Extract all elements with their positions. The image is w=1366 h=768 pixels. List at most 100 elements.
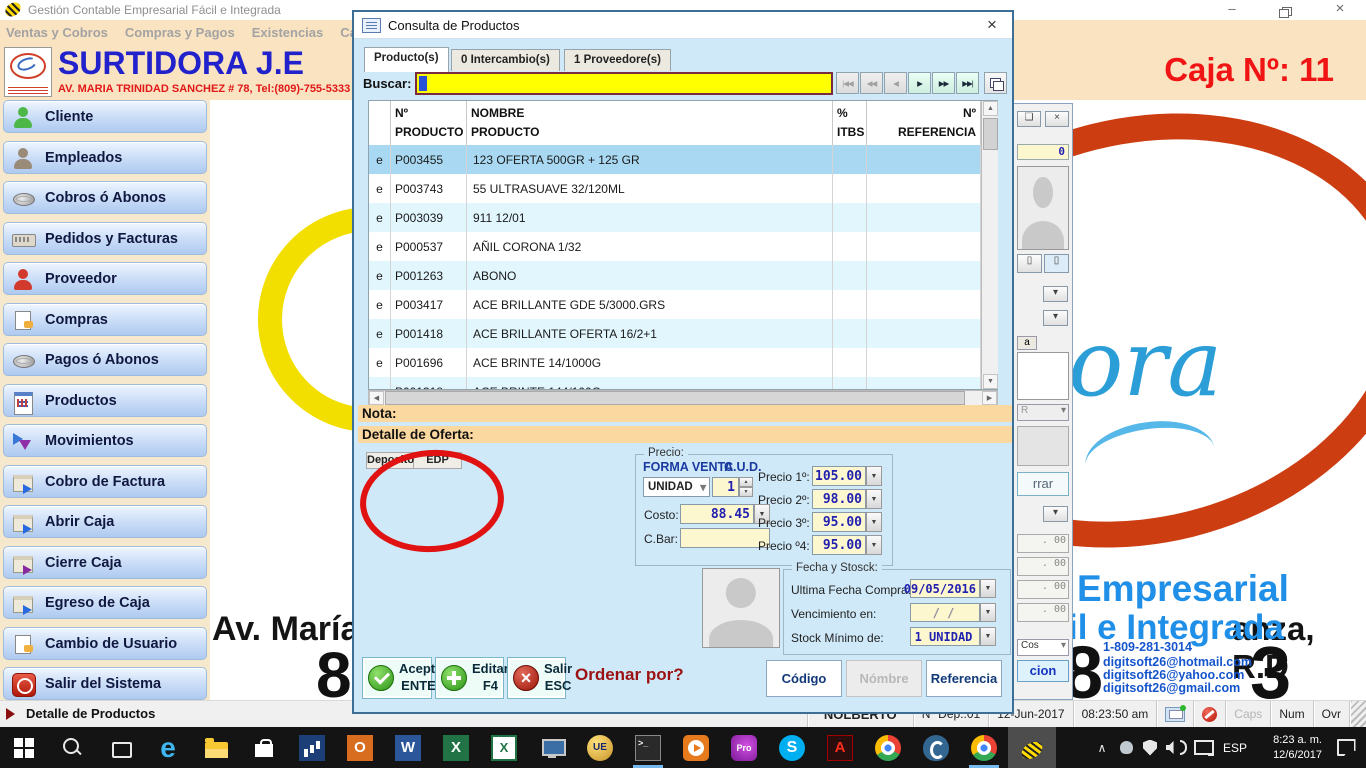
table-row[interactable]: eP00374355 ULTRASUAVE 32/120ML xyxy=(369,174,981,203)
dialog-close-icon[interactable]: × xyxy=(980,15,1004,35)
bwin-price-field-2[interactable]: . 00 xyxy=(1017,557,1069,576)
table-row[interactable]: eP003417ACE BRILLANTE GDE 5/3000.GRS xyxy=(369,290,981,319)
table-row[interactable]: eP001696ACE BRINTE 14/1000G xyxy=(369,348,981,377)
taskbar-edge[interactable] xyxy=(144,727,192,768)
sidebar-item-cobro-de-factura[interactable]: Cobro de Factura xyxy=(3,465,207,498)
horizontal-scrollbar[interactable]: ◀ ▶ xyxy=(368,390,998,406)
taskbar-excel-sheet[interactable] xyxy=(480,727,528,768)
bwin-restore-icon[interactable]: ❏ xyxy=(1017,111,1041,127)
taskbar-chrome[interactable] xyxy=(864,727,912,768)
bwin-cerrar-button[interactable]: rrar xyxy=(1017,472,1069,496)
taskbar-clock[interactable]: 8:23 a. m. 12/6/2017 xyxy=(1252,727,1326,768)
ultima-fecha-dropdown-icon[interactable] xyxy=(980,579,996,598)
sidebar-item-compras[interactable]: Compras xyxy=(3,303,207,336)
sidebar-item-movimientos[interactable]: Movimientos xyxy=(3,424,207,457)
print-icon[interactable] xyxy=(984,72,1007,94)
taskbar-search[interactable] xyxy=(48,727,96,768)
taskbar-word[interactable] xyxy=(384,727,432,768)
bwin-dropdown-2-icon[interactable]: ▾ xyxy=(1043,310,1068,326)
precio2-dropdown-icon[interactable] xyxy=(866,489,882,509)
language-indicator[interactable]: ESP xyxy=(1218,727,1252,768)
sidebar-item-proveedor[interactable]: Proveedor xyxy=(3,262,207,295)
close-icon[interactable]: × xyxy=(1322,0,1358,20)
table-row[interactable]: eP003039911 12/01 xyxy=(369,203,981,232)
bwin-tab-sliver[interactable]: a xyxy=(1017,336,1037,350)
bwin-paste-icon[interactable]: ▯ xyxy=(1044,254,1069,273)
menu-item-2[interactable]: Existencias xyxy=(252,25,324,40)
bwin-close-icon[interactable]: × xyxy=(1045,111,1069,127)
cud-value[interactable]: 1 xyxy=(712,477,739,497)
taskbar-task-view[interactable] xyxy=(96,727,144,768)
network-icon[interactable] xyxy=(1190,727,1218,768)
scroll-left-icon[interactable]: ◀ xyxy=(369,391,384,405)
taskbar-remote-desktop[interactable] xyxy=(528,727,576,768)
scroll-down-icon[interactable]: ▼ xyxy=(983,374,998,389)
taskbar-postgresql[interactable] xyxy=(912,727,960,768)
action-center-icon[interactable] xyxy=(1326,727,1366,768)
stepper-down-icon[interactable]: ▼ xyxy=(739,487,753,497)
bwin-dropdown-3-icon[interactable]: ▾ xyxy=(1043,506,1068,522)
aceptar-button[interactable]: AceptarENTER xyxy=(362,657,432,699)
precio3-dropdown-icon[interactable] xyxy=(866,512,882,532)
nav-next-page-icon[interactable] xyxy=(932,72,955,94)
bwin-price-field-1[interactable]: . 00 xyxy=(1017,534,1069,553)
minimize-icon[interactable]: – xyxy=(1214,0,1250,20)
column-header-referencia[interactable]: Nº REFERENCIA xyxy=(867,101,981,145)
scroll-right-icon[interactable]: ▶ xyxy=(982,391,997,405)
precio1-dropdown-icon[interactable] xyxy=(866,466,882,486)
sidebar-item-cambio-de-usuario[interactable]: Cambio de Usuario xyxy=(3,627,207,660)
nav-next-icon[interactable] xyxy=(908,72,931,94)
volume-icon[interactable] xyxy=(1162,727,1190,768)
bwin-cion-button[interactable]: cion xyxy=(1017,660,1069,682)
taskbar-cmd[interactable] xyxy=(624,727,672,768)
restore-icon[interactable] xyxy=(1268,0,1304,20)
sidebar-item-pagos-abonos[interactable]: Pagos ó Abonos xyxy=(3,343,207,376)
nav-prev-page-icon[interactable] xyxy=(860,72,883,94)
bwin-price-field-4[interactable]: . 00 xyxy=(1017,603,1069,622)
tab-productos[interactable]: Producto(s) xyxy=(364,47,449,72)
column-header-flag[interactable] xyxy=(369,101,391,145)
salir-button[interactable]: SalirESC xyxy=(507,657,566,699)
bwin-zero-field[interactable]: 0 xyxy=(1017,144,1069,160)
sidebar-item-egreso-de-caja[interactable]: Egreso de Caja xyxy=(3,586,207,619)
table-row[interactable]: eP000537AÑIL CORONA 1/32 xyxy=(369,232,981,261)
sort-codigo-button[interactable]: Código xyxy=(766,660,842,697)
precio1-field[interactable]: 105.00 xyxy=(812,466,866,486)
bwin-dropdown-1-icon[interactable]: ▾ xyxy=(1043,286,1068,302)
nav-prev-icon[interactable] xyxy=(884,72,907,94)
vencimiento-dropdown-icon[interactable] xyxy=(980,603,996,622)
precio4-field[interactable]: 95.00 xyxy=(812,535,866,555)
sort-nombre-button[interactable]: Nómbre xyxy=(846,660,922,697)
scroll-up-icon[interactable]: ▲ xyxy=(983,101,998,116)
column-header-itbs[interactable]: % ITBS xyxy=(833,101,867,145)
taskbar-store[interactable] xyxy=(240,727,288,768)
sidebar-item-salir-del-sistema[interactable]: Salir del Sistema xyxy=(3,667,207,700)
defender-shield-icon[interactable] xyxy=(1138,727,1162,768)
table-row[interactable]: eP003455123 OFERTA 500GR + 125 GR xyxy=(369,145,981,174)
sidebar-item-abrir-caja[interactable]: Abrir Caja xyxy=(3,505,207,538)
taskbar-start[interactable] xyxy=(0,727,48,768)
stepper-up-icon[interactable]: ▲ xyxy=(739,477,753,487)
bwin-combo-cos[interactable]: Cos xyxy=(1017,639,1069,656)
precio4-dropdown-icon[interactable] xyxy=(866,535,882,555)
search-input[interactable] xyxy=(415,72,833,95)
table-row[interactable]: eP001318ACE BRINTE 144/100G xyxy=(369,377,981,389)
sidebar-item-cobros-abonos[interactable]: Cobros ó Abonos xyxy=(3,181,207,214)
sidebar-item-cierre-caja[interactable]: Cierre Caja xyxy=(3,546,207,579)
nav-first-icon[interactable] xyxy=(836,72,859,94)
vertical-scroll-thumb[interactable] xyxy=(983,118,998,150)
column-header-num-producto[interactable]: Nº PRODUCTO xyxy=(391,101,467,145)
tab-intercambios[interactable]: 0 Intercambio(s) xyxy=(451,49,560,71)
stock-minimo-dropdown-icon[interactable] xyxy=(980,627,996,646)
stock-minimo-field[interactable]: 1 UNIDAD xyxy=(910,627,980,646)
nav-last-icon[interactable] xyxy=(956,72,979,94)
taskbar-bee-app[interactable] xyxy=(1008,727,1056,768)
precio2-field[interactable]: 98.00 xyxy=(812,489,866,509)
editar-button[interactable]: EditarF4 xyxy=(435,657,504,699)
taskbar-chart-app[interactable] xyxy=(288,727,336,768)
tray-app-icon[interactable] xyxy=(1114,727,1138,768)
sidebar-item-cliente[interactable]: Cliente xyxy=(3,100,207,133)
sidebar-item-empleados[interactable]: Empleados xyxy=(3,141,207,174)
sidebar-item-pedidos-y-facturas[interactable]: Pedidos y Facturas xyxy=(3,222,207,255)
column-header-nombre-producto[interactable]: NOMBRE PRODUCTO xyxy=(467,101,833,145)
